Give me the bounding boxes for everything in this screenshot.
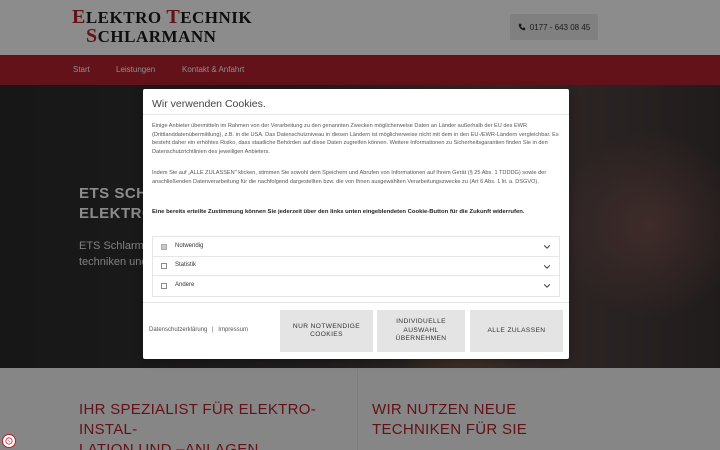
accept-necessary-button[interactable]: NUR NOTWENDIGE COOKIES xyxy=(280,310,373,352)
accept-selection-label: INDIVIDUELLE AUSWAHL ÜBERNEHMEN xyxy=(395,318,447,343)
cookie-consent-paragraph: Indem Sie auf „ALLE ZULASSEN" klicken, s… xyxy=(152,170,547,185)
divider xyxy=(143,114,569,115)
divider xyxy=(143,302,569,303)
imprint-link[interactable]: Impressum xyxy=(218,327,248,333)
accept-necessary-label: NUR NOTWENDIGE COOKIES xyxy=(292,322,361,339)
cookie-revoke-notice: Eine bereits erteilte Zustimmung können … xyxy=(152,209,525,215)
accept-all-button[interactable]: ALLE ZULASSEN xyxy=(470,310,563,352)
chevron-down-icon[interactable] xyxy=(543,263,551,271)
checkbox-andere[interactable] xyxy=(161,282,167,289)
privacy-policy-link[interactable]: Datenschutzerklärung xyxy=(149,327,207,333)
cookie-category-notwendig[interactable]: Notwendig xyxy=(153,237,559,257)
checkbox-notwendig[interactable] xyxy=(161,243,167,250)
chevron-down-icon[interactable] xyxy=(543,282,551,290)
cookie-dialog-links: Datenschutzerklärung | Impressum xyxy=(149,327,248,333)
cookie-category-label: Statistik xyxy=(175,262,197,268)
cookie-category-label: Andere xyxy=(175,281,195,288)
cookie-category-label: Notwendig xyxy=(175,242,204,249)
link-separator: | xyxy=(212,327,214,333)
cookie-settings-button[interactable] xyxy=(2,434,16,448)
accept-all-label: ALLE ZULASSEN xyxy=(487,326,546,334)
cookie-category-list: Notwendig Statistik Andere xyxy=(152,236,560,297)
checkbox-statistik[interactable] xyxy=(161,263,167,269)
cookie-icon xyxy=(5,437,13,445)
cookie-consent-dialog: Wir verwenden Cookies. Einige Anbieter ü… xyxy=(143,89,569,359)
cookie-category-andere[interactable]: Andere xyxy=(153,276,559,296)
chevron-down-icon[interactable] xyxy=(543,243,551,251)
cookie-dialog-title: Wir verwenden Cookies. xyxy=(152,98,266,110)
accept-selection-button[interactable]: INDIVIDUELLE AUSWAHL ÜBERNEHMEN xyxy=(377,310,465,352)
cookie-info-paragraph: Einige Anbieter übermitteln im Rahmen vo… xyxy=(152,123,559,155)
cookie-category-statistik[interactable]: Statistik xyxy=(153,257,559,276)
